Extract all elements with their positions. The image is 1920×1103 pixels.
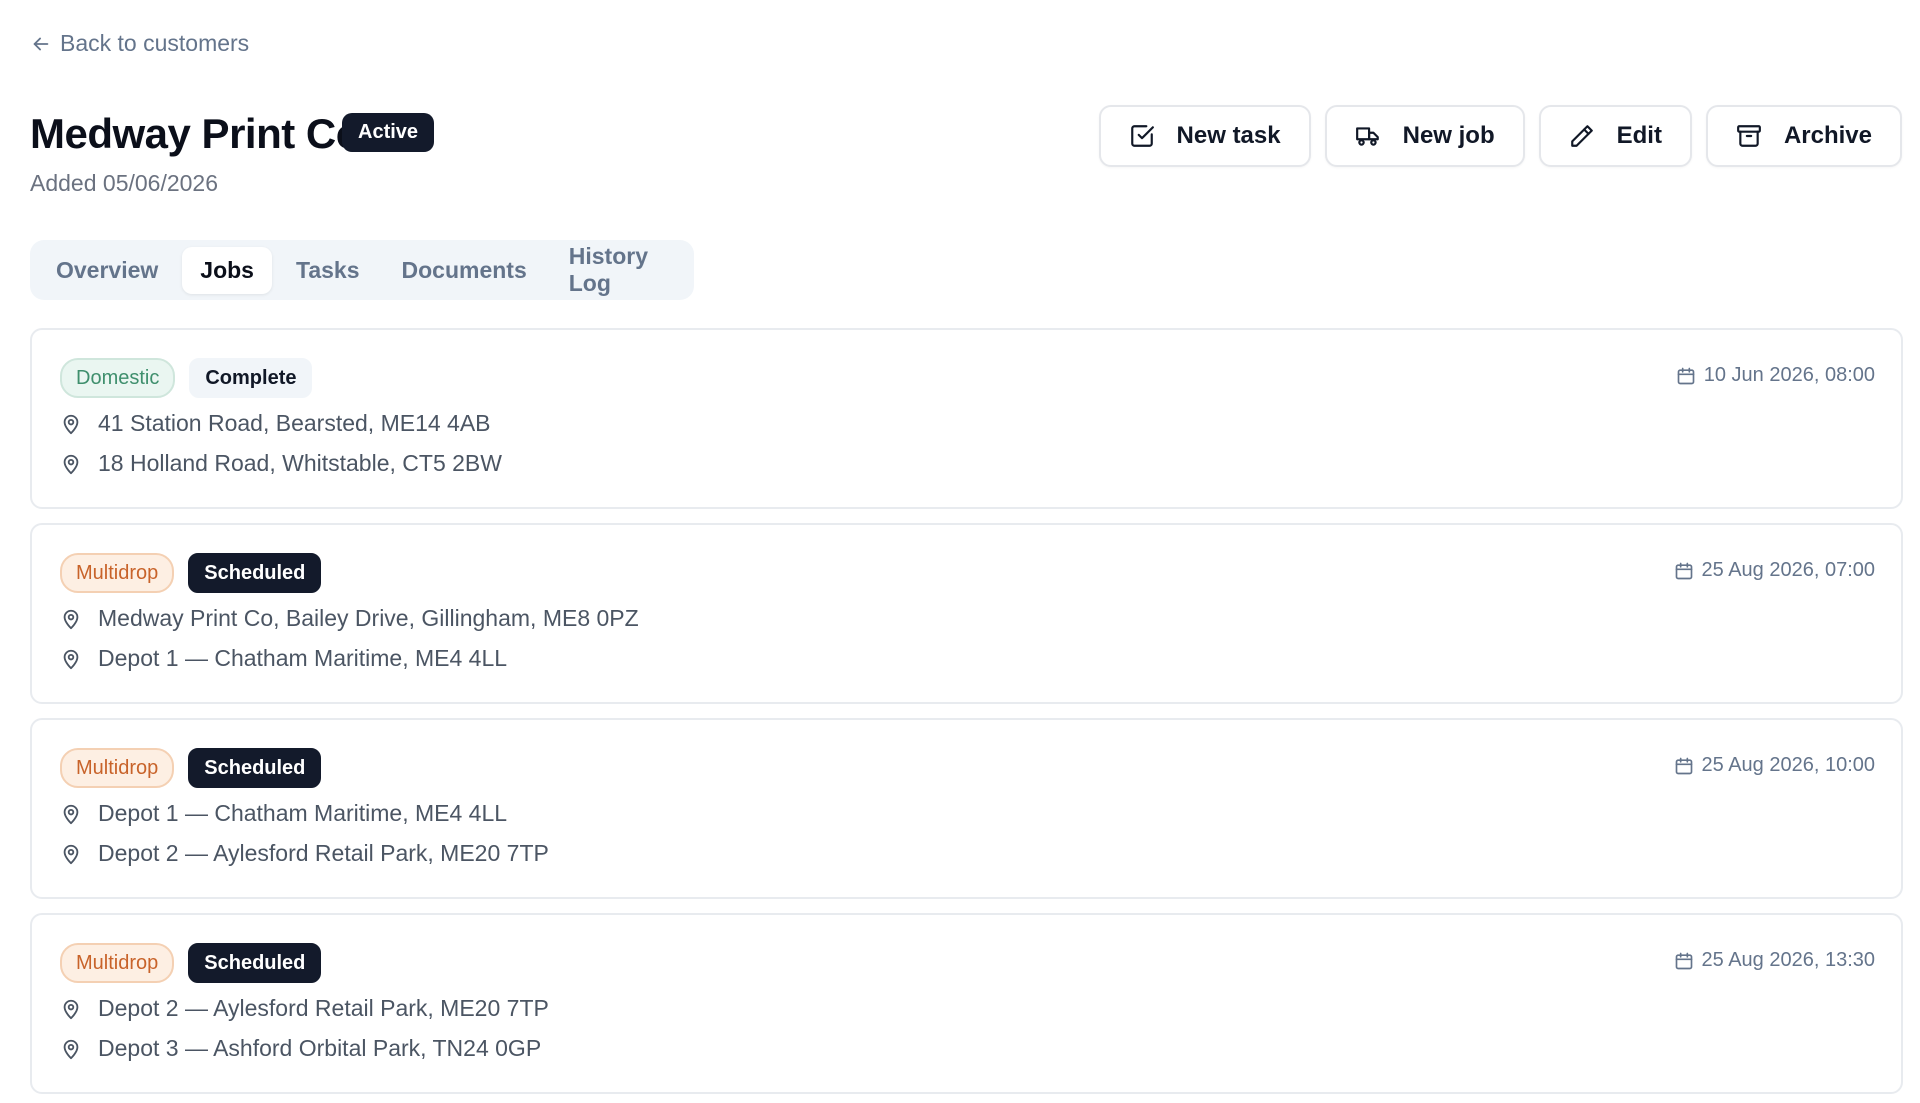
pickup-address-text: Medway Print Co, Bailey Drive, Gillingha…	[98, 605, 639, 631]
tab-overview[interactable]: Overview	[38, 247, 176, 294]
header-actions: New task New job Edit Archive	[1098, 105, 1902, 167]
new-task-button[interactable]: New task	[1098, 105, 1311, 167]
pickup-address-text: Depot 2 — Aylesford Retail Park, ME20 7T…	[98, 995, 549, 1021]
tab-bar: Overview Jobs Tasks Documents History Lo…	[30, 240, 694, 300]
job-pickup-address: Depot 1 — Chatham Maritime, ME4 4LL	[60, 800, 507, 827]
dropoff-address-text: Depot 1 — Chatham Maritime, ME4 4LL	[98, 645, 508, 671]
calendar-icon	[1675, 562, 1692, 579]
map-pin-icon	[63, 999, 79, 1019]
job-date-text: 25 Aug 2026, 10:00	[1701, 754, 1876, 776]
job-status-badge: Scheduled	[188, 748, 322, 788]
archive-icon	[1737, 125, 1761, 147]
job-dropoff-address: Depot 3 — Ashford Orbital Park, TN24 0GP	[60, 1035, 541, 1062]
calendar-icon	[1677, 367, 1695, 384]
map-pin-icon	[63, 609, 79, 629]
archive-label: Archive	[1783, 122, 1872, 149]
page-title: Medway Print Co	[30, 110, 361, 157]
job-type-badge: Multidrop	[60, 748, 175, 788]
job-status-badge: Scheduled	[188, 943, 322, 983]
job-card[interactable]: Domestic Complete 10 Jun 2026, 08:00 41 …	[30, 328, 1903, 509]
job-status-badge: Complete	[189, 358, 313, 398]
job-dropoff-address: Depot 1 — Chatham Maritime, ME4 4LL	[60, 645, 507, 672]
job-type-badge: Multidrop	[60, 553, 175, 593]
edit-button[interactable]: Edit	[1538, 105, 1692, 167]
map-pin-icon	[63, 454, 79, 474]
map-pin-icon	[63, 844, 79, 864]
map-pin-icon	[63, 414, 79, 434]
back-to-customers-link[interactable]: Back to customers	[30, 30, 249, 57]
job-card[interactable]: Multidrop Scheduled 25 Aug 2026, 13:30 D…	[30, 913, 1903, 1094]
edit-label: Edit	[1616, 122, 1662, 149]
job-dropoff-address: Depot 2 — Aylesford Retail Park, ME20 7T…	[60, 840, 549, 867]
job-dropoff-address: 18 Holland Road, Whitstable, CT5 2BW	[60, 450, 502, 477]
job-pickup-address: 41 Station Road, Bearsted, ME14 4AB	[60, 410, 491, 437]
job-date: 10 Jun 2026, 08:00	[1676, 364, 1875, 387]
new-job-button[interactable]: New job	[1324, 105, 1525, 167]
tab-tasks[interactable]: Tasks	[278, 247, 378, 294]
dropoff-address-text: Depot 3 — Ashford Orbital Park, TN24 0GP	[98, 1035, 542, 1061]
calendar-icon	[1675, 952, 1692, 969]
job-type-badge: Domestic	[60, 358, 176, 398]
arrow-left-icon	[33, 37, 49, 50]
job-card[interactable]: Multidrop Scheduled 25 Aug 2026, 10:00 D…	[30, 718, 1903, 899]
back-link-label: Back to customers	[60, 30, 250, 56]
pickup-address-text: Depot 1 — Chatham Maritime, ME4 4LL	[98, 800, 508, 826]
map-pin-icon	[63, 804, 79, 824]
tab-history-log[interactable]: History Log	[551, 233, 686, 307]
map-pin-icon	[63, 649, 79, 669]
job-date-text: 10 Jun 2026, 08:00	[1703, 364, 1875, 386]
pencil-icon	[1570, 125, 1593, 147]
status-badge: Active	[342, 113, 435, 152]
job-status-badge: Scheduled	[188, 553, 322, 593]
map-pin-icon	[63, 1039, 79, 1059]
calendar-icon	[1675, 757, 1692, 774]
tab-jobs[interactable]: Jobs	[182, 246, 272, 294]
job-card[interactable]: Multidrop Scheduled 25 Aug 2026, 07:00 M…	[30, 523, 1903, 704]
truck-icon	[1355, 127, 1379, 146]
archive-button[interactable]: Archive	[1705, 105, 1902, 167]
dropoff-address-text: 18 Holland Road, Whitstable, CT5 2BW	[98, 450, 502, 476]
job-date: 25 Aug 2026, 10:00	[1674, 754, 1876, 777]
job-type-badge: Multidrop	[60, 943, 175, 983]
job-pickup-address: Medway Print Co, Bailey Drive, Gillingha…	[60, 605, 639, 632]
job-date-text: 25 Aug 2026, 13:30	[1701, 949, 1876, 971]
job-pickup-address: Depot 2 — Aylesford Retail Park, ME20 7T…	[60, 995, 549, 1022]
new-job-label: New job	[1402, 122, 1495, 149]
dropoff-address-text: Depot 2 — Aylesford Retail Park, ME20 7T…	[98, 840, 549, 866]
added-date: Added 05/06/2026	[30, 170, 219, 196]
job-date: 25 Aug 2026, 13:30	[1674, 949, 1876, 972]
new-task-label: New task	[1176, 122, 1281, 149]
tab-documents[interactable]: Documents	[384, 247, 545, 294]
job-date-text: 25 Aug 2026, 07:00	[1701, 559, 1876, 581]
jobs-list: Domestic Complete 10 Jun 2026, 08:00 41 …	[30, 328, 1903, 1103]
job-date: 25 Aug 2026, 07:00	[1674, 559, 1876, 582]
pickup-address-text: 41 Station Road, Bearsted, ME14 4AB	[98, 410, 491, 436]
checkbox-icon	[1130, 125, 1154, 147]
